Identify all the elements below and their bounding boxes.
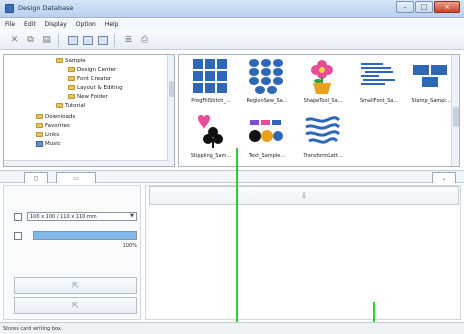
tree-vertical-scrollbar[interactable] xyxy=(167,55,174,166)
print-icon[interactable]: ⎙ xyxy=(138,34,151,46)
thumbnail-transformlett[interactable]: TransformLett... xyxy=(295,110,351,165)
tree-item-design-center[interactable]: Design Center xyxy=(68,66,116,73)
status-bar: Stores card writing box. xyxy=(0,322,464,334)
window-controls: – □ × xyxy=(396,1,460,14)
thumbnail-stippling[interactable]: Stippling_Sam... xyxy=(183,110,239,165)
folder-icon xyxy=(56,103,63,108)
thumbnail-label: SmallFont_Sa... xyxy=(359,98,399,104)
thumbnail-label: ShapeTool_Sa... xyxy=(303,98,343,104)
embroidery-size-select[interactable]: 100 x 100 / 110 x 110 mm ▼ xyxy=(27,212,137,221)
tree-item-layout-editing[interactable]: Layout & Editing xyxy=(68,84,123,91)
toolbar-separator xyxy=(114,34,115,47)
title-bar: Design Database – □ × xyxy=(0,0,464,18)
menu-option[interactable]: Option xyxy=(76,21,96,28)
preview-pane: ⇓ xyxy=(145,185,461,320)
wavy-lines-icon xyxy=(305,116,341,144)
folder-tree: Sample Design Center Font Creator Layout… xyxy=(3,54,175,167)
copy-icon[interactable]: ⧉ xyxy=(24,34,37,46)
tree-item-favorites[interactable]: Favorites xyxy=(36,122,70,129)
minimize-button[interactable]: – xyxy=(396,1,414,13)
green-guide-line xyxy=(236,148,238,334)
paste-icon[interactable]: ▤ xyxy=(40,34,53,46)
import-button[interactable]: ⇱ xyxy=(14,277,137,294)
thumbnail-progfillstitch[interactable]: ProgFillStitch_... xyxy=(183,55,239,110)
app-icon xyxy=(5,4,14,13)
folder-icon xyxy=(68,76,75,81)
folder-icon xyxy=(36,123,43,128)
menu-file[interactable]: File xyxy=(5,21,15,28)
thumbnail-label: RegionSew_Sa... xyxy=(246,98,288,104)
folder-icon xyxy=(56,58,63,63)
tab-preview[interactable]: ◻ xyxy=(24,172,48,183)
tree-item-music[interactable]: Music xyxy=(36,140,61,147)
menu-edit[interactable]: Edit xyxy=(24,21,36,28)
library-icon xyxy=(36,140,43,147)
folder-icon xyxy=(68,67,75,72)
scroll-thumb[interactable] xyxy=(453,107,459,127)
maximize-button[interactable]: □ xyxy=(415,1,433,13)
card-icon xyxy=(14,232,22,240)
folder-icon xyxy=(68,85,75,90)
folder-icon xyxy=(36,132,43,137)
tree-horizontal-scrollbar[interactable] xyxy=(4,160,169,166)
medium-view-icon[interactable] xyxy=(81,34,94,46)
status-text: Stores card writing box. xyxy=(3,326,63,332)
thumbnail-vertical-scrollbar[interactable] xyxy=(451,55,459,166)
menu-display[interactable]: Display xyxy=(45,21,67,28)
thumbnail-regionsew[interactable]: RegionSew_Sa... xyxy=(239,55,295,110)
transfer-progress xyxy=(33,231,137,240)
small-view-icon[interactable] xyxy=(96,34,109,46)
toolbar-separator xyxy=(58,34,59,47)
folder-icon xyxy=(36,114,43,119)
thumbnail-label: Stippling_Sam... xyxy=(190,153,232,159)
tree-item-new-folder[interactable]: New Folder xyxy=(68,93,108,100)
small-text-icon xyxy=(361,63,395,85)
open-button[interactable]: ⇱ xyxy=(14,297,137,314)
abc-text-icon xyxy=(249,120,283,142)
thumbnail-label: Text_Sample... xyxy=(248,153,286,159)
thumbnail-shapetool[interactable]: ShapeTool_Sa... xyxy=(295,55,351,110)
thumbnail-label: ProgFillStitch_... xyxy=(191,98,231,104)
tab-properties[interactable]: ▭ xyxy=(56,172,96,183)
toolbar: ✕ ⧉ ▤ ≣ ⎙ xyxy=(0,31,464,50)
chevron-down-icon[interactable]: ▼ xyxy=(128,213,136,220)
thumbnail-label: TransformLett... xyxy=(303,153,343,159)
tree-item-links[interactable]: Links xyxy=(36,131,59,138)
menu-help[interactable]: Help xyxy=(105,21,119,28)
folder-icon xyxy=(68,94,75,99)
progress-percentage: 100% xyxy=(122,243,137,249)
card-option-icon xyxy=(14,213,22,221)
delete-icon[interactable]: ✕ xyxy=(8,34,21,46)
move-down-button[interactable]: ⇓ xyxy=(149,186,459,205)
tree-item-sample[interactable]: Sample xyxy=(56,57,86,64)
dot-pattern-icon xyxy=(249,59,283,94)
window-title: Design Database xyxy=(18,4,74,12)
list-view-icon[interactable]: ≣ xyxy=(122,34,135,46)
panel-tabs: ◻ ▭ ⌄ xyxy=(0,170,464,183)
progress-fill xyxy=(34,232,136,239)
grid-pattern-icon xyxy=(193,59,227,93)
design-thumbnail-grid: ProgFillStitch_... RegionSew_Sa... Shape… xyxy=(178,54,460,167)
tree-item-tutorial[interactable]: Tutorial xyxy=(56,102,85,109)
collapse-panel-button[interactable]: ⌄ xyxy=(432,172,456,183)
menu-bar: File Edit Display Option Help xyxy=(0,19,464,30)
scroll-thumb[interactable] xyxy=(169,81,174,97)
large-view-icon[interactable] xyxy=(66,34,79,46)
thumbnail-smallfont[interactable]: SmallFont_Sa... xyxy=(351,55,407,110)
tree-item-font-creator[interactable]: Font Creator xyxy=(68,75,111,82)
close-button[interactable]: × xyxy=(434,1,460,13)
tree-item-downloads[interactable]: Downloads xyxy=(36,113,75,120)
flower-pot-icon xyxy=(311,60,333,94)
heart-club-icon xyxy=(198,115,223,148)
thumbnail-text-sample[interactable]: Text_Sample... xyxy=(239,110,295,165)
stamp-blocks-icon xyxy=(413,65,447,87)
